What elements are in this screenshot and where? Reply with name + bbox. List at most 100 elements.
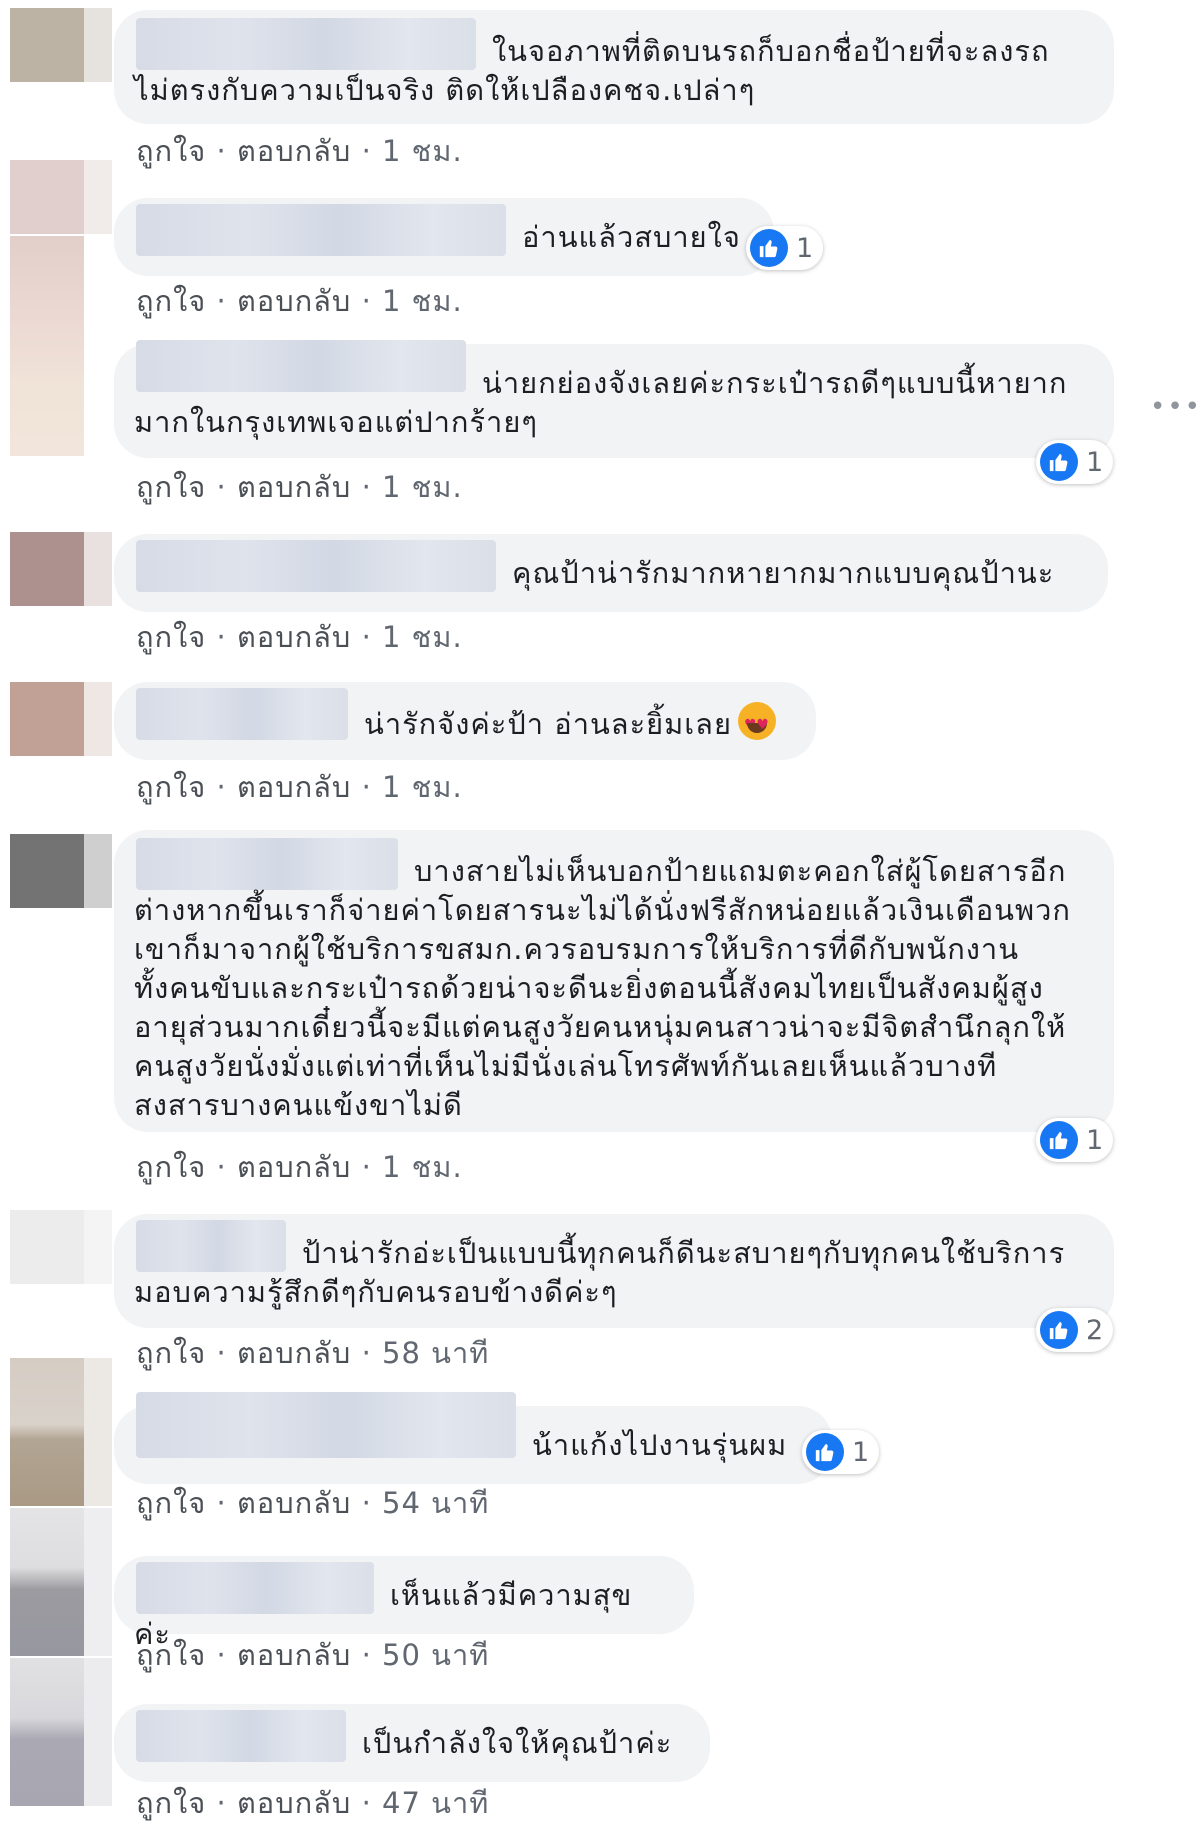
- commenter-name[interactable]: [136, 838, 398, 890]
- avatar-blur: [84, 1508, 112, 1656]
- reply-link[interactable]: ตอบกลับ: [237, 620, 351, 654]
- separator: ·: [216, 284, 227, 318]
- thumbs-up-icon: [1040, 1121, 1078, 1159]
- comment-actions: ถูกใจ · ตอบกลับ · 1 ชม.: [136, 464, 463, 510]
- separator: ·: [216, 1638, 227, 1672]
- like-link[interactable]: ถูกใจ: [136, 1486, 206, 1520]
- commenter-name[interactable]: [136, 1392, 516, 1458]
- like-count: 1: [1086, 1124, 1104, 1156]
- comment-time[interactable]: 50 นาที: [382, 1638, 489, 1672]
- like-count: 1: [1086, 446, 1104, 478]
- like-count: 1: [852, 1436, 870, 1468]
- comment-text: น่ารักจังค่ะป้า อ่านละยิ้มเลย: [364, 707, 732, 741]
- more-horizontal-icon[interactable]: •••: [1150, 392, 1200, 422]
- commenter-name[interactable]: [136, 18, 476, 70]
- comment-actions: ถูกใจ · ตอบกลับ · 58 นาที: [136, 1330, 489, 1376]
- comment-time[interactable]: 1 ชม.: [382, 770, 463, 804]
- comment-bubble: คุณป้าน่ารักมากหายากมากแบบคุณป้านะ: [114, 534, 1108, 612]
- commenter-name[interactable]: [136, 1220, 286, 1272]
- separator: ·: [361, 1638, 372, 1672]
- avatar[interactable]: [10, 160, 84, 234]
- reaction-count[interactable]: 1: [802, 1430, 880, 1474]
- avatar[interactable]: [10, 1508, 84, 1656]
- comment-text: บางสายไม่เห็นบอกป้ายแถมตะคอกใส่ผู้โดยสาร…: [134, 854, 1071, 1122]
- avatar-blur: [84, 1658, 112, 1806]
- like-link[interactable]: ถูกใจ: [136, 620, 206, 654]
- reaction-count[interactable]: 2: [1036, 1308, 1114, 1352]
- comment-bubble: บางสายไม่เห็นบอกป้ายแถมตะคอกใส่ผู้โดยสาร…: [114, 830, 1114, 1132]
- commenter-name[interactable]: [136, 688, 348, 740]
- separator: ·: [361, 1486, 372, 1520]
- comment-actions: ถูกใจ · ตอบกลับ · 1 ชม.: [136, 1144, 463, 1190]
- separator: ·: [216, 134, 227, 168]
- comment-actions: ถูกใจ · ตอบกลับ · 1 ชม.: [136, 614, 463, 660]
- comment-bubble: ในจอภาพที่ติดบนรถก็บอกชื่อป้ายที่จะลงรถไ…: [114, 10, 1114, 124]
- reaction-count[interactable]: 1: [1036, 1118, 1114, 1162]
- comment-actions: ถูกใจ · ตอบกลับ · 47 นาที: [136, 1780, 489, 1826]
- commenter-name[interactable]: [136, 340, 466, 392]
- comment-time[interactable]: 1 ชม.: [382, 470, 463, 504]
- comment-time[interactable]: 58 นาที: [382, 1336, 489, 1370]
- like-link[interactable]: ถูกใจ: [136, 1150, 206, 1184]
- avatar[interactable]: [10, 834, 84, 908]
- comment-time[interactable]: 1 ชม.: [382, 134, 463, 168]
- reply-link[interactable]: ตอบกลับ: [237, 284, 351, 318]
- reply-link[interactable]: ตอบกลับ: [237, 1150, 351, 1184]
- avatar-blur: [84, 682, 112, 756]
- avatar[interactable]: [10, 1658, 84, 1806]
- comment-actions: ถูกใจ · ตอบกลับ · 54 นาที: [136, 1480, 489, 1526]
- like-link[interactable]: ถูกใจ: [136, 1336, 206, 1370]
- comment-bubble: อ่านแล้วสบายใจ: [114, 198, 774, 276]
- reply-link[interactable]: ตอบกลับ: [237, 770, 351, 804]
- thumbs-up-icon: [750, 229, 788, 267]
- comment-time[interactable]: 47 นาที: [382, 1786, 489, 1820]
- avatar[interactable]: [10, 532, 84, 606]
- reply-link[interactable]: ตอบกลับ: [237, 1786, 351, 1820]
- like-link[interactable]: ถูกใจ: [136, 1786, 206, 1820]
- like-link[interactable]: ถูกใจ: [136, 134, 206, 168]
- reply-link[interactable]: ตอบกลับ: [237, 470, 351, 504]
- thumbs-up-icon: [806, 1433, 844, 1471]
- reaction-count[interactable]: 1: [1036, 440, 1114, 484]
- like-link[interactable]: ถูกใจ: [136, 770, 206, 804]
- comment-time[interactable]: 1 ชม.: [382, 620, 463, 654]
- separator: ·: [216, 470, 227, 504]
- avatar[interactable]: [10, 1210, 84, 1284]
- separator: ·: [361, 620, 372, 654]
- avatar[interactable]: [10, 682, 84, 756]
- comment-time[interactable]: 1 ชม.: [382, 284, 463, 318]
- comment-bubble: น่ารักจังค่ะป้า อ่านละยิ้มเลย: [114, 682, 816, 760]
- comment-time[interactable]: 1 ชม.: [382, 1150, 463, 1184]
- commenter-name[interactable]: [136, 204, 506, 256]
- avatar[interactable]: [10, 8, 84, 82]
- reply-link[interactable]: ตอบกลับ: [237, 1336, 351, 1370]
- separator: ·: [361, 1786, 372, 1820]
- separator: ·: [216, 1150, 227, 1184]
- avatar[interactable]: [10, 1358, 84, 1506]
- comment-time[interactable]: 54 นาที: [382, 1486, 489, 1520]
- comment-actions: ถูกใจ · ตอบกลับ · 1 ชม.: [136, 278, 463, 324]
- like-link[interactable]: ถูกใจ: [136, 470, 206, 504]
- separator: ·: [361, 1150, 372, 1184]
- commenter-name[interactable]: [136, 540, 496, 592]
- reply-link[interactable]: ตอบกลับ: [237, 134, 351, 168]
- comment-bubble: ป้าน่ารักอ่ะเป็นแบบนี้ทุกคนก็ดีนะสบายๆกั…: [114, 1214, 1114, 1328]
- comment-actions: ถูกใจ · ตอบกลับ · 50 นาที: [136, 1632, 489, 1678]
- separator: ·: [216, 1486, 227, 1520]
- comment-text: คุณป้าน่ารักมากหายากมากแบบคุณป้านะ: [512, 556, 1055, 590]
- commenter-name[interactable]: [136, 1710, 346, 1762]
- reply-link[interactable]: ตอบกลับ: [237, 1486, 351, 1520]
- reply-link[interactable]: ตอบกลับ: [237, 1638, 351, 1672]
- avatar-blur: [84, 532, 112, 606]
- avatar[interactable]: [10, 236, 84, 456]
- comment-bubble: น่ายกย่องจังเลยค่ะกระเป๋ารถดีๆแบบนี้หายา…: [114, 340, 1114, 458]
- commenter-name[interactable]: [136, 1562, 374, 1614]
- like-link[interactable]: ถูกใจ: [136, 1638, 206, 1672]
- separator: ·: [361, 470, 372, 504]
- avatar-blur: [84, 834, 112, 908]
- like-link[interactable]: ถูกใจ: [136, 284, 206, 318]
- reaction-count[interactable]: 1: [746, 226, 824, 270]
- separator: ·: [361, 284, 372, 318]
- avatar-blur: [84, 1210, 112, 1284]
- comment-text: น้าแก้งไปงานรุ่นผม: [532, 1428, 788, 1462]
